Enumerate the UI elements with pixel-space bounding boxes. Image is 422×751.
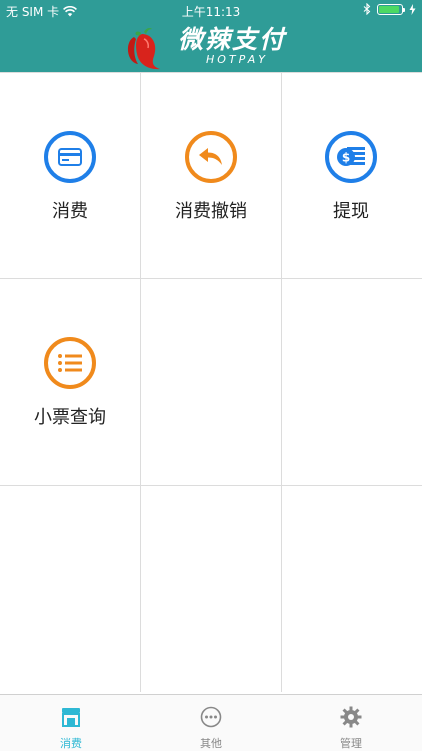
battery-icon [377,3,405,15]
more-icon [200,705,222,729]
receipt-query-label: 小票查询 [34,407,106,428]
tab-consume[interactable]: 消费 [1,695,141,751]
list-icon [44,337,96,389]
card-icon [44,131,96,183]
withdraw-label: 提现 [333,201,369,222]
app-header: 微辣支付 HOTPAY [0,22,422,72]
tab-manage[interactable]: 管理 [281,695,421,751]
grid-divider [0,485,422,486]
status-bar: 无 SIM 卡 上午11:13 [0,0,422,22]
receipt-query-button[interactable]: 小票查询 [20,337,120,429]
consume-revoke-button[interactable]: 消费撤销 [160,131,262,223]
bluetooth-icon [363,3,371,15]
store-icon [60,705,82,729]
tab-other[interactable]: 其他 [141,695,281,751]
svg-text:$: $ [342,151,350,165]
grid-divider [281,72,282,692]
clock: 上午11:13 [181,5,241,19]
grid-divider [0,278,422,279]
tab-bar: 消费 其他 管理 [0,694,422,751]
tab-consume-label: 消费 [60,737,82,750]
tab-other-label: 其他 [200,737,222,750]
coin-stack-icon: $ [325,131,377,183]
brand-title-en: HOTPAY [206,53,268,66]
withdraw-button[interactable]: $ 提现 [301,131,401,223]
brand-title: 微辣支付 HOTPAY [178,26,286,66]
chili-logo-icon [124,26,164,70]
tab-manage-label: 管理 [340,737,362,750]
consume-label: 消费 [52,201,88,222]
brand-title-cn: 微辣支付 [178,25,287,54]
gear-icon [340,705,362,729]
charging-icon [409,3,416,15]
undo-arrow-icon [185,131,237,183]
grid-divider [140,72,141,692]
consume-button[interactable]: 消费 [20,131,120,223]
consume-revoke-label: 消费撤销 [175,201,247,222]
